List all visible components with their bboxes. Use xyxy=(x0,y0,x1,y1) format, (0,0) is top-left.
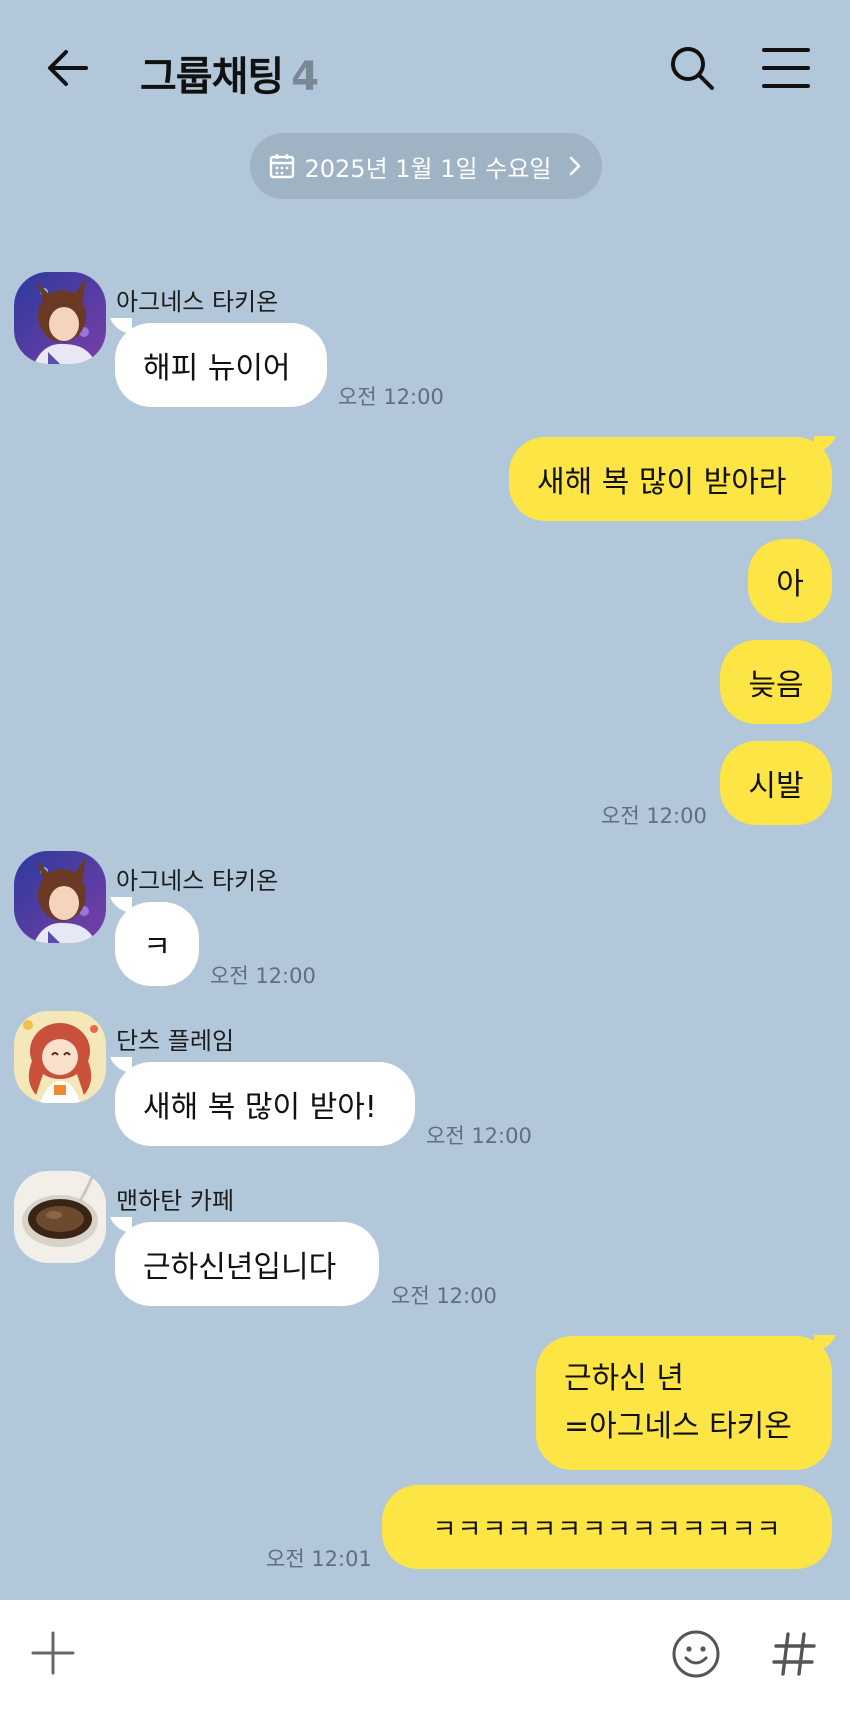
calendar-icon xyxy=(269,154,294,179)
message-text: 새해 복 많이 받아! xyxy=(143,1090,377,1125)
message-time: 오전 12:00 xyxy=(426,1124,532,1148)
message-time: 오전 12:00 xyxy=(391,1284,497,1308)
bubble-tail xyxy=(814,1335,836,1351)
message-bubble[interactable]: 해피 뉴이어 xyxy=(115,323,327,407)
chevron-right-icon xyxy=(570,156,581,176)
avatar-manhattan-cafe[interactable] xyxy=(14,1171,106,1263)
message-text: 늦음 xyxy=(748,668,804,703)
hamburger-menu-icon[interactable] xyxy=(758,44,814,92)
message-text: 아 xyxy=(776,567,804,602)
message-time: 오전 12:01 xyxy=(266,1547,372,1571)
plus-icon[interactable] xyxy=(30,1630,76,1676)
date-divider-pill[interactable]: 2025년 1월 1일 수요일 xyxy=(250,133,602,199)
message-bubble[interactable]: 새해 복 많이 받아! xyxy=(115,1062,415,1146)
back-arrow-icon[interactable] xyxy=(40,40,96,96)
member-count: 4 xyxy=(291,54,319,100)
hashtag-icon[interactable] xyxy=(770,1628,818,1680)
message-bubble[interactable]: 근하신년입니다 xyxy=(115,1222,379,1306)
message-time: 오전 12:00 xyxy=(338,385,444,409)
message-bubble[interactable]: 아 xyxy=(748,539,832,623)
message-text: 새해 복 많이 받아라 xyxy=(537,465,787,500)
message-time: 오전 12:00 xyxy=(601,804,707,828)
message-bubble[interactable]: 시발 xyxy=(720,741,832,825)
message-text: 해피 뉴이어 xyxy=(143,351,291,386)
bubble-tail xyxy=(814,436,836,452)
message-text: ㅋ xyxy=(143,930,171,965)
avatar-dantsu-flame[interactable] xyxy=(14,1011,106,1103)
chat-header: 그룹채팅 4 xyxy=(0,0,850,140)
message-bubble[interactable]: 새해 복 많이 받아라 xyxy=(509,437,832,521)
message-text-line-1: 근하신 년 xyxy=(564,1361,684,1396)
avatar-agnes-tachyon[interactable] xyxy=(14,851,106,943)
sender-name: 맨하탄 카페 xyxy=(116,1187,235,1215)
date-label: 2025년 1월 1일 수요일 xyxy=(304,154,552,183)
message-input-bar xyxy=(0,1600,850,1713)
message-bubble[interactable]: 늦음 xyxy=(720,640,832,724)
message-bubble[interactable]: ㅋ xyxy=(115,902,199,986)
message-time: 오전 12:00 xyxy=(210,964,316,988)
sender-name: 아그네스 타키온 xyxy=(116,288,279,316)
avatar-agnes-tachyon[interactable] xyxy=(14,272,106,364)
message-bubble[interactable]: 근하신 년 =아그네스 타키온 xyxy=(536,1336,832,1470)
chat-title-text: 그룹채팅 xyxy=(140,54,284,100)
message-text: 근하신년입니다 xyxy=(143,1250,337,1285)
message-text: 시발 xyxy=(748,769,804,804)
chat-title: 그룹채팅 4 xyxy=(140,44,319,102)
search-icon[interactable] xyxy=(664,40,720,96)
message-text: ㅋㅋㅋㅋㅋㅋㅋㅋㅋㅋㅋㅋㅋㅋ xyxy=(432,1514,782,1545)
sender-name: 아그네스 타키온 xyxy=(116,867,279,895)
message-bubble[interactable]: ㅋㅋㅋㅋㅋㅋㅋㅋㅋㅋㅋㅋㅋㅋ xyxy=(382,1485,832,1569)
message-text-line-2: =아그네스 타키온 xyxy=(564,1409,792,1444)
sender-name: 단츠 플레임 xyxy=(116,1027,235,1055)
smiley-icon[interactable] xyxy=(670,1628,722,1680)
